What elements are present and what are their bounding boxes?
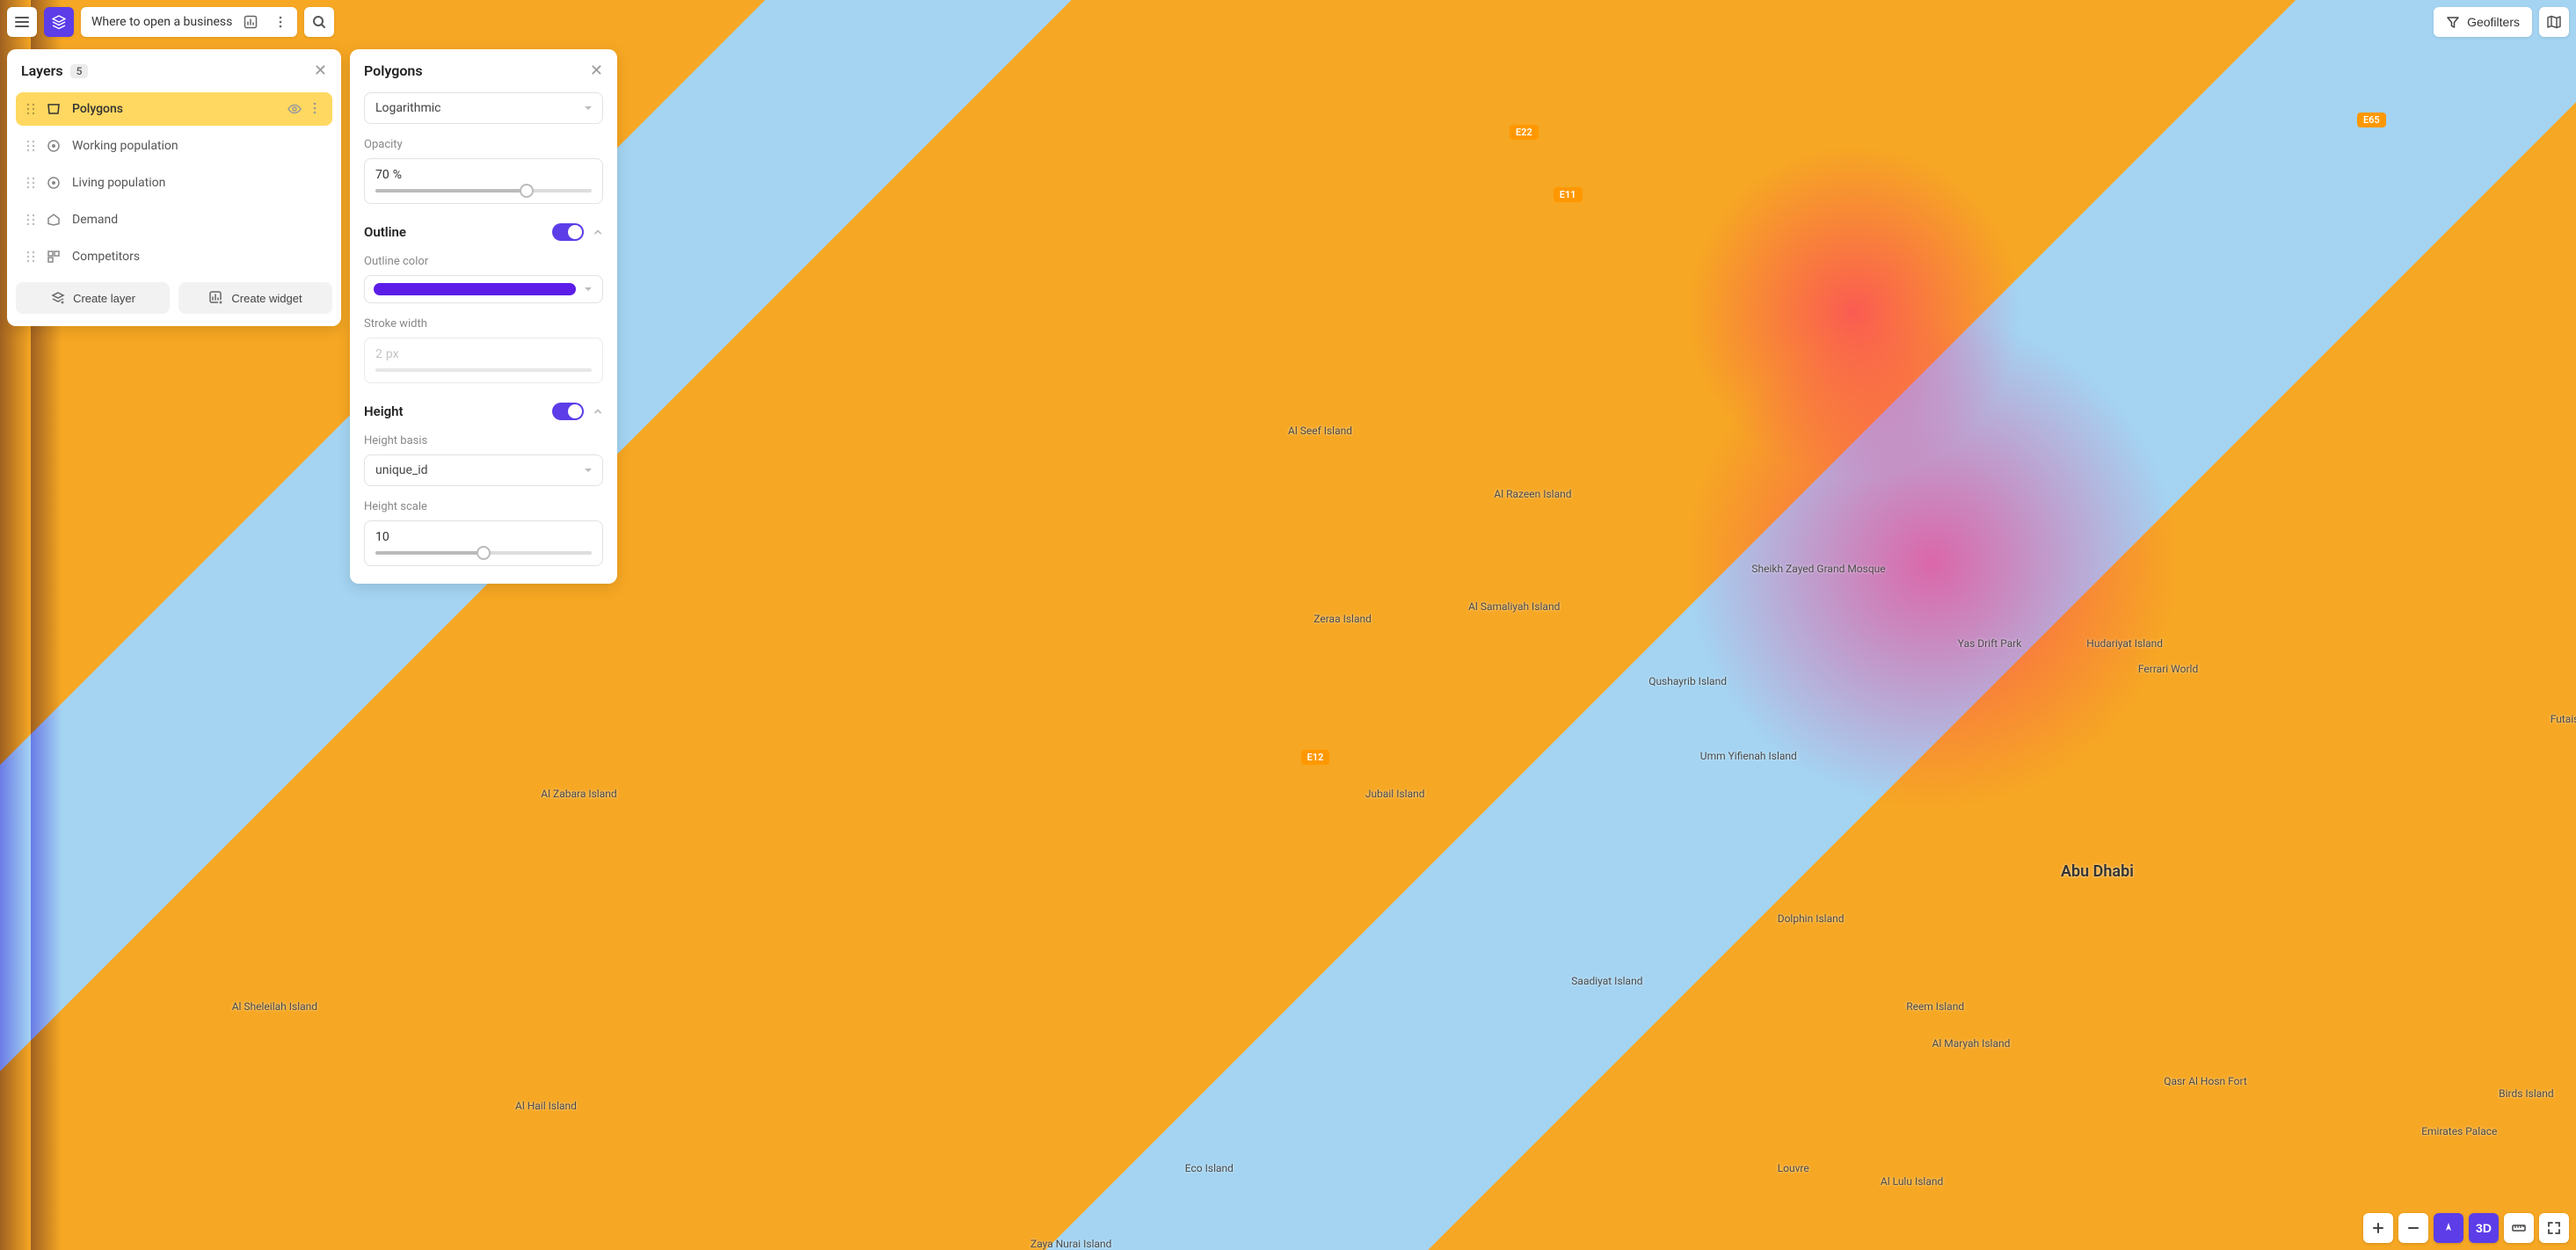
layer-row[interactable]: Competitors xyxy=(16,240,332,273)
layers-panel-title: Layers xyxy=(21,62,63,79)
opacity-slider-thumb[interactable] xyxy=(520,184,534,198)
layers-count-badge: 5 xyxy=(70,64,89,78)
create-widget-label: Create widget xyxy=(231,292,302,305)
three-d-label: 3D xyxy=(2476,1221,2492,1235)
search-icon xyxy=(311,14,327,30)
drag-handle-icon[interactable] xyxy=(26,139,35,153)
zoom-in-button[interactable] xyxy=(2363,1213,2393,1243)
zoom-out-button[interactable] xyxy=(2398,1213,2428,1243)
opacity-label: Opacity xyxy=(364,138,603,151)
layer-row[interactable]: Polygons xyxy=(16,92,332,126)
drag-handle-icon[interactable] xyxy=(26,213,35,227)
fullscreen-button[interactable] xyxy=(2539,1213,2569,1243)
props-panel-title: Polygons xyxy=(364,62,423,79)
layer-label: Demand xyxy=(72,213,322,227)
visibility-icon[interactable] xyxy=(287,101,302,117)
project-titlebar: Where to open a business xyxy=(81,7,297,37)
layer-label: Living population xyxy=(72,176,322,190)
minus-icon xyxy=(2407,1222,2420,1234)
height-scale-slider-thumb[interactable] xyxy=(477,546,491,560)
layer-type-icon xyxy=(46,249,62,265)
geofilters-button[interactable]: Geofilters xyxy=(2434,7,2532,37)
layer-type-icon xyxy=(46,175,62,191)
close-icon: ✕ xyxy=(314,62,327,79)
height-basis-label: Height basis xyxy=(364,434,603,447)
drag-handle-icon[interactable] xyxy=(26,102,35,116)
outline-color-select[interactable] xyxy=(364,275,603,303)
scale-select[interactable]: Logarithmic xyxy=(364,92,603,124)
project-title: Where to open a business xyxy=(91,15,232,29)
layer-type-icon xyxy=(46,101,62,117)
basemap-button[interactable] xyxy=(2539,7,2569,37)
layers-stack-icon xyxy=(51,14,67,30)
map-icon xyxy=(2546,14,2562,30)
layers-close-button[interactable]: ✕ xyxy=(314,62,327,80)
height-scale-slider[interactable]: 10 xyxy=(364,520,603,566)
props-close-button[interactable]: ✕ xyxy=(590,62,603,80)
outline-color-swatch xyxy=(374,283,576,295)
stroke-width-slider[interactable]: 2 px xyxy=(364,338,603,383)
dots-vertical-icon xyxy=(273,15,287,29)
layer-row[interactable]: Living population xyxy=(16,166,332,200)
scale-select-value: Logarithmic xyxy=(375,101,440,115)
stroke-width-unit: px xyxy=(386,347,399,361)
layer-more-icon[interactable] xyxy=(308,101,322,117)
filter-icon xyxy=(2446,15,2460,29)
opacity-value: 70 xyxy=(375,168,389,182)
height-basis-value: unique_id xyxy=(375,463,428,477)
plus-icon xyxy=(2372,1222,2384,1234)
height-toggle[interactable] xyxy=(552,403,584,420)
create-widget-button[interactable]: Create widget xyxy=(178,282,332,314)
layer-type-icon xyxy=(46,212,62,228)
layer-label: Polygons xyxy=(72,102,276,116)
outline-section-title: Outline xyxy=(364,224,406,240)
height-scale-value: 10 xyxy=(375,530,389,544)
stroke-width-value: 2 xyxy=(375,347,382,361)
ruler-button[interactable] xyxy=(2504,1213,2534,1243)
height-collapse-chevron[interactable] xyxy=(593,406,603,417)
layer-row[interactable]: Working population xyxy=(16,129,332,163)
compass-icon xyxy=(2441,1221,2456,1235)
drag-handle-icon[interactable] xyxy=(26,176,35,190)
layer-type-icon xyxy=(46,138,62,154)
layers-stack-button[interactable] xyxy=(44,7,74,37)
layer-row[interactable]: Demand xyxy=(16,203,332,236)
opacity-unit: % xyxy=(393,168,402,182)
layer-label: Working population xyxy=(72,139,322,153)
opacity-slider[interactable]: 70 % xyxy=(364,158,603,204)
stroke-width-label: Stroke width xyxy=(364,317,603,331)
layer-label: Competitors xyxy=(72,250,322,264)
geofilters-label: Geofilters xyxy=(2467,15,2520,29)
outline-toggle[interactable] xyxy=(552,223,584,241)
create-layer-button[interactable]: Create layer xyxy=(16,282,170,314)
ruler-icon xyxy=(2511,1220,2527,1236)
project-more-button[interactable] xyxy=(269,11,292,33)
search-button[interactable] xyxy=(304,7,334,37)
layers-panel: Layers 5 ✕ Polygons Working population Liv… xyxy=(7,49,341,326)
close-icon: ✕ xyxy=(590,62,603,79)
three-d-button[interactable]: 3D xyxy=(2469,1213,2499,1243)
props-panel: Polygons ✕ Logarithmic Opacity 70 % Outl… xyxy=(350,49,617,584)
compass-button[interactable] xyxy=(2434,1213,2463,1243)
dashboard-button[interactable] xyxy=(239,11,262,33)
hamburger-icon xyxy=(14,14,30,30)
menu-button[interactable] xyxy=(7,7,37,37)
height-basis-select[interactable]: unique_id xyxy=(364,454,603,486)
widget-add-icon xyxy=(208,290,224,306)
height-scale-label: Height scale xyxy=(364,500,603,513)
chart-icon xyxy=(244,15,258,29)
fullscreen-icon xyxy=(2547,1221,2561,1235)
drag-handle-icon[interactable] xyxy=(26,250,35,264)
outline-color-label: Outline color xyxy=(364,255,603,268)
height-section-title: Height xyxy=(364,403,404,419)
layer-add-icon xyxy=(50,290,66,306)
outline-collapse-chevron[interactable] xyxy=(593,227,603,237)
create-layer-label: Create layer xyxy=(73,292,135,305)
